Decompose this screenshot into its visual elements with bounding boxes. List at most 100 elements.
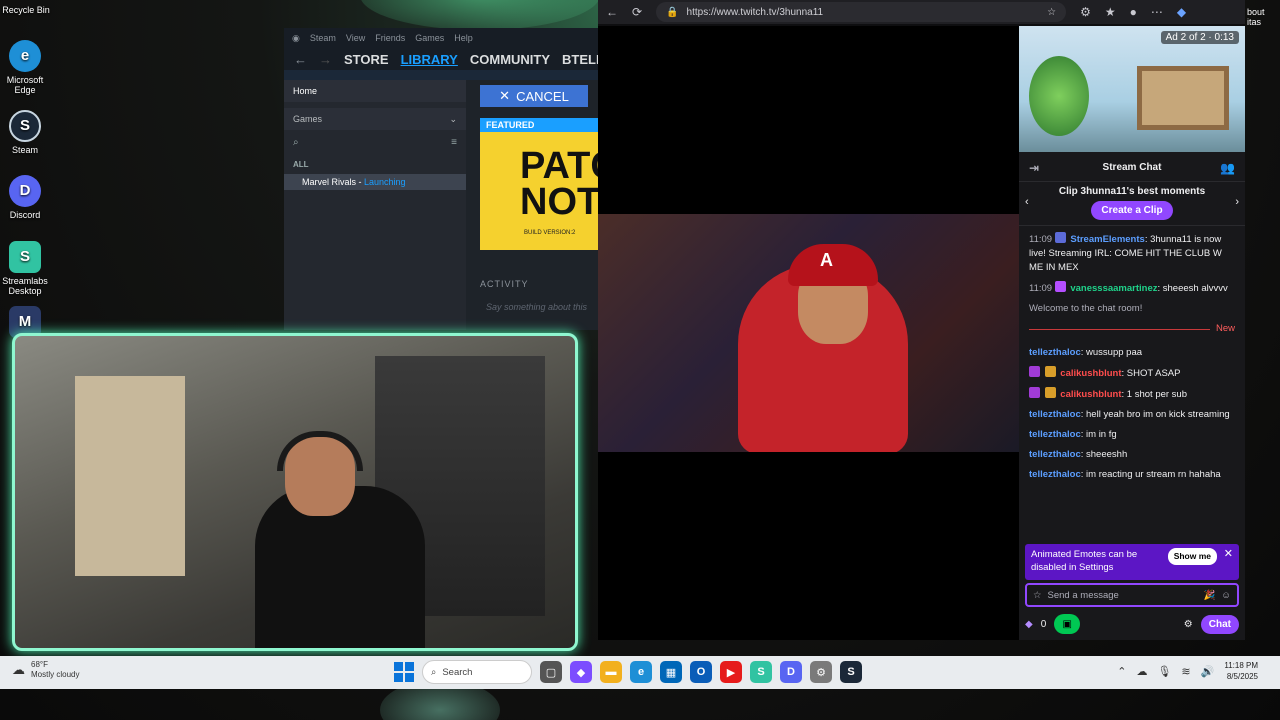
message-user[interactable]: vanesssaamartinez	[1070, 283, 1157, 294]
nav-community[interactable]: COMMUNITY	[470, 52, 550, 67]
streamlabs-shortcut[interactable]: S Streamlabs Desktop	[0, 241, 55, 296]
claim-bonus-button[interactable]: ▣	[1054, 614, 1081, 634]
taskbar-search[interactable]: ⌕ Search	[422, 660, 532, 684]
discord-shortcut[interactable]: D Discord	[0, 175, 55, 220]
message-user[interactable]: StreamElements	[1070, 234, 1144, 245]
users-icon[interactable]: 👥	[1220, 161, 1235, 175]
search-icon: ⌕	[431, 666, 437, 678]
create-clip-button[interactable]: Create a Clip	[1091, 201, 1173, 220]
chat-message: calikushblunt: 1 shot per sub	[1029, 387, 1235, 402]
library-search[interactable]: ⌕ ≡	[284, 134, 466, 152]
menu-friends[interactable]: Friends	[375, 33, 405, 43]
forward-arrow-icon[interactable]: →	[319, 52, 332, 67]
extensions-icon[interactable]: ⚙	[1080, 5, 1091, 19]
chat-input[interactable]: ☆ Send a message 🎉 ☺	[1025, 583, 1239, 607]
library-main: ✕ CANCEL FEATURED PATC NOT BUILD VERSION…	[466, 80, 604, 330]
message-user[interactable]: calikushblunt	[1060, 389, 1121, 400]
task-view-icon[interactable]: ▢	[540, 661, 562, 683]
chat-send-button[interactable]: Chat	[1200, 614, 1239, 634]
message-user[interactable]: tellezthaloc	[1029, 409, 1081, 420]
settings-app-icon[interactable]: ⚙	[810, 661, 832, 683]
steam-app-icon[interactable]: S	[840, 661, 862, 683]
volume-icon[interactable]: 🔊	[1201, 665, 1215, 678]
featured-title: PATC NOT	[520, 145, 604, 223]
microphone-icon[interactable]: 🎙	[1157, 665, 1171, 678]
collapse-chat-icon[interactable]: ⇥	[1029, 161, 1039, 175]
menu-help[interactable]: Help	[454, 33, 473, 43]
wifi-icon[interactable]: ≋	[1181, 665, 1190, 678]
discord-app-icon[interactable]: D	[780, 661, 802, 683]
edge-icon: e	[9, 40, 41, 72]
message-user[interactable]: tellezthaloc	[1029, 449, 1081, 460]
chevron-up-icon[interactable]: ⌃	[1117, 665, 1126, 678]
library-home[interactable]: Home	[284, 80, 466, 102]
clock[interactable]: 11:18 PM 8/5/2025	[1224, 660, 1258, 682]
edge-app-icon[interactable]: e	[630, 661, 652, 683]
onedrive-icon[interactable]: ☁	[1136, 665, 1147, 678]
recycle-bin-shortcut[interactable]: Recycle Bin	[0, 2, 56, 15]
chat-message: tellezthaloc: im in fg	[1029, 428, 1235, 442]
search-label: Search	[442, 666, 473, 678]
nav-store[interactable]: STORE	[344, 52, 389, 67]
filter-icon[interactable]: ≡	[451, 137, 457, 148]
chat-header: ⇥ Stream Chat 👥	[1019, 154, 1245, 182]
featured-card[interactable]: FEATURED PATC NOT BUILD VERSION:2	[480, 118, 604, 250]
chat-message: 11:09 StreamElements: 3hunna11 is now li…	[1029, 232, 1235, 275]
message-user[interactable]: calikushblunt	[1060, 368, 1121, 379]
game-row-marvel-rivals[interactable]: Marvel Rivals - Launching	[284, 174, 466, 190]
youtube-app-icon[interactable]: ▶	[720, 661, 742, 683]
more-menu-icon[interactable]: ⋯	[1151, 5, 1163, 19]
back-arrow-icon[interactable]: ←	[294, 52, 307, 67]
wallpaper-glow	[360, 0, 600, 30]
store-app-icon[interactable]: ▦	[660, 661, 682, 683]
message-user[interactable]: tellezthaloc	[1029, 429, 1081, 440]
file-explorer-icon[interactable]: ▬	[600, 661, 622, 683]
profile-avatar-icon[interactable]: ●	[1130, 5, 1137, 19]
menu-view[interactable]: View	[346, 33, 365, 43]
activity-header: ACTIVITY	[480, 279, 529, 289]
streamlabs-app-icon[interactable]: S	[750, 661, 772, 683]
address-bar[interactable]: 🔒 https://www.twitch.tv/3hunna11 ☆	[656, 2, 1067, 22]
message-text: : SHOT ASAP	[1121, 368, 1181, 379]
favorite-star-icon[interactable]: ☆	[1047, 7, 1056, 18]
settings-gear-icon[interactable]: ⚙	[1184, 619, 1193, 630]
chevron-left-icon[interactable]: ‹	[1025, 196, 1029, 208]
steam-icon: S	[9, 110, 41, 142]
edge-shortcut[interactable]: e Microsoft Edge	[0, 40, 55, 95]
copilot-icon[interactable]: ◆	[1177, 5, 1186, 19]
steam-shortcut[interactable]: S Steam	[0, 110, 55, 155]
ad-panel[interactable]: Ad 2 of 2 · 0:13	[1019, 26, 1245, 152]
menu-games[interactable]: Games	[415, 33, 444, 43]
games-filter[interactable]: Games ⌄	[284, 108, 466, 130]
close-icon[interactable]: ✕	[1224, 548, 1233, 561]
webcam-overlay	[12, 333, 578, 651]
message-user[interactable]: tellezthaloc	[1029, 347, 1081, 358]
cancel-button[interactable]: ✕ CANCEL	[480, 85, 588, 107]
refresh-icon[interactable]: ⟳	[632, 5, 642, 19]
temperature: 68°F	[31, 660, 48, 669]
desktop: Recycle Bin e Microsoft Edge S Steam D D…	[0, 0, 1280, 720]
all-games-header[interactable]: ALL	[284, 152, 466, 171]
activity-input[interactable]: Say something about this	[486, 302, 587, 312]
emoji-icon[interactable]: ☺	[1221, 590, 1231, 601]
verified-badge-icon	[1054, 232, 1066, 243]
channel-points-icon[interactable]: ◆	[1025, 619, 1033, 630]
back-arrow-icon[interactable]: ←	[606, 5, 618, 19]
show-me-button[interactable]: Show me	[1167, 548, 1217, 565]
windows-start-icon[interactable]	[394, 662, 414, 682]
nav-library[interactable]: LIBRARY	[401, 52, 458, 67]
video-player[interactable]: A	[598, 26, 1019, 640]
chevron-right-icon[interactable]: ›	[1235, 196, 1239, 208]
party-icon[interactable]: 🎉	[1203, 590, 1215, 601]
menu-steam[interactable]: Steam	[310, 33, 336, 43]
gift-badge-icon	[1044, 366, 1056, 377]
steam-label: Steam	[11, 145, 38, 155]
message-user[interactable]: tellezthaloc	[1029, 469, 1081, 480]
taskbar-apps: ⌕ Search ▢ ◆ ▬ e ▦ O ▶ S D ⚙ S	[394, 660, 862, 684]
favorites-icon[interactable]: ★	[1105, 5, 1116, 19]
chat-footer: ◆ 0 ▣ ⚙ Chat	[1025, 613, 1239, 635]
emote-badge-icon[interactable]: ☆	[1033, 590, 1042, 601]
copilot-app-icon[interactable]: ◆	[570, 661, 592, 683]
outlook-app-icon[interactable]: O	[690, 661, 712, 683]
weather-widget[interactable]: ☁ 68°F Mostly cloudy	[12, 660, 79, 680]
